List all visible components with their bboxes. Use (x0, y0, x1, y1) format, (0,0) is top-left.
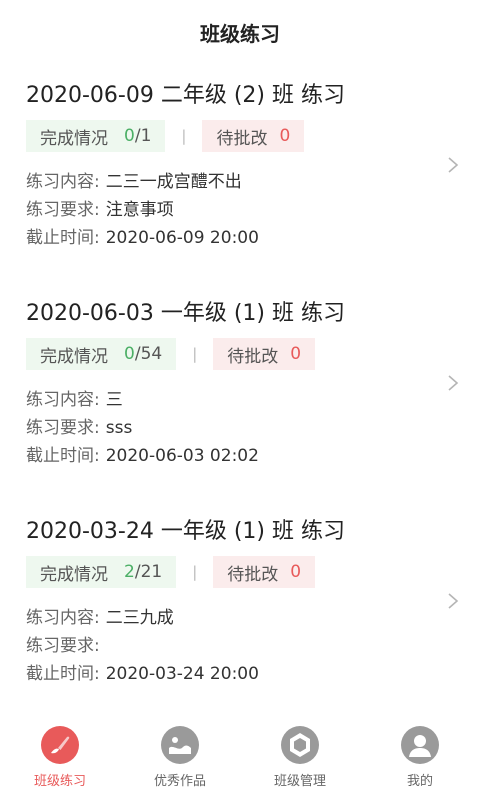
practice-requirement-row: 练习要求: sss (26, 414, 454, 442)
pending-count: 0 (279, 126, 291, 146)
practice-content-row: 练习内容: 二三一成宫醴不出 (26, 168, 454, 196)
brush-icon (41, 726, 79, 764)
chevron-right-icon[interactable] (446, 156, 460, 174)
stats-separator: | (192, 345, 198, 363)
practice-deadline-value: 2020-03-24 20:00 (105, 664, 259, 684)
chevron-right-icon[interactable] (446, 374, 460, 392)
bottom-tab-bar: 班级练习 优秀作品 班级管理 我的 (0, 714, 480, 800)
practice-requirement-row: 练习要求: 注意事项 (26, 196, 454, 224)
practice-content-label: 练习内容: (26, 608, 100, 628)
practice-stats: 完成情况 2/21 | 待批改 0 (26, 556, 454, 588)
pending-badge: 待批改 0 (213, 556, 316, 588)
completion-done-count: 0 (124, 126, 135, 146)
tab-label: 优秀作品 (153, 774, 206, 789)
stats-separator: | (192, 563, 198, 581)
practice-stats: 完成情况 0/1 | 待批改 0 (26, 120, 454, 152)
practice-requirement-label: 练习要求: (26, 636, 100, 656)
practice-list[interactable]: 2020-06-09 二年级 (2) 班 练习 完成情况 0/1 | 待批改 0… (0, 64, 480, 718)
pending-count: 0 (290, 562, 302, 582)
tab-label: 我的 (406, 774, 433, 789)
practice-deadline-row: 截止时间: 2020-03-24 20:00 (26, 660, 454, 688)
app-header: 班级练习 (0, 0, 480, 64)
practice-deadline-value: 2020-06-03 02:02 (105, 446, 259, 466)
completion-badge: 完成情况 0/54 (26, 338, 177, 370)
practice-content-value: 二三一成宫醴不出 (105, 172, 242, 192)
tab-excellent-works[interactable]: 优秀作品 (120, 714, 240, 800)
practice-stats: 完成情况 0/54 | 待批改 0 (26, 338, 454, 370)
completion-total-count: 1 (140, 126, 152, 146)
practice-deadline-row: 截止时间: 2020-06-09 20:00 (26, 224, 454, 252)
chevron-right-icon[interactable] (446, 592, 460, 610)
pending-badge: 待批改 0 (213, 338, 316, 370)
completion-label: 完成情况 (40, 346, 108, 367)
practice-content-row: 练习内容: 二三九成 (26, 604, 454, 632)
completion-label: 完成情况 (40, 128, 108, 149)
pending-label: 待批改 (227, 564, 279, 585)
practice-content-value: 二三九成 (105, 608, 174, 628)
practice-card-title: 2020-03-24 一年级 (1) 班 练习 (26, 519, 345, 544)
pending-label: 待批改 (216, 128, 268, 149)
practice-card-title: 2020-06-09 二年级 (2) 班 练习 (26, 83, 345, 108)
practice-deadline-row: 截止时间: 2020-06-03 02:02 (26, 442, 454, 470)
practice-content-label: 练习内容: (26, 172, 100, 192)
pending-count: 0 (290, 344, 302, 364)
practice-requirement-value: 注意事项 (105, 200, 174, 220)
tab-mine[interactable]: 我的 (360, 714, 480, 800)
tab-label: 班级管理 (273, 774, 326, 789)
practice-content-value: 三 (105, 390, 123, 410)
completion-done-count: 2 (124, 562, 135, 582)
class-management-icon (281, 726, 319, 764)
practice-card[interactable]: 2020-03-24 一年级 (1) 班 练习 完成情况 2/21 | 待批改 … (0, 500, 480, 718)
pending-label: 待批改 (227, 346, 279, 367)
practice-requirement-row: 练习要求: (26, 632, 454, 660)
pending-badge: 待批改 0 (202, 120, 305, 152)
user-profile-icon (401, 726, 439, 764)
completion-badge: 完成情况 0/1 (26, 120, 166, 152)
practice-deadline-value: 2020-06-09 20:00 (105, 228, 259, 248)
completion-label: 完成情况 (40, 564, 108, 585)
practice-card[interactable]: 2020-06-09 二年级 (2) 班 练习 完成情况 0/1 | 待批改 0… (0, 64, 480, 282)
tab-class-practice[interactable]: 班级练习 (0, 714, 120, 800)
practice-deadline-label: 截止时间: (26, 664, 100, 684)
completion-total-count: 21 (140, 562, 163, 582)
practice-deadline-label: 截止时间: (26, 228, 100, 248)
practice-content-row: 练习内容: 三 (26, 386, 454, 414)
artwork-icon (161, 726, 199, 764)
completion-total-count: 54 (140, 344, 163, 364)
practice-card[interactable]: 2020-06-03 一年级 (1) 班 练习 完成情况 0/54 | 待批改 … (0, 282, 480, 500)
practice-deadline-label: 截止时间: (26, 446, 100, 466)
practice-requirement-value: sss (105, 418, 133, 438)
stats-separator: | (181, 127, 187, 145)
tab-class-management[interactable]: 班级管理 (240, 714, 360, 800)
practice-requirement-label: 练习要求: (26, 200, 100, 220)
page-title: 班级练习 (200, 21, 280, 46)
completion-badge: 完成情况 2/21 (26, 556, 177, 588)
completion-done-count: 0 (124, 344, 135, 364)
tab-label: 班级练习 (33, 774, 86, 789)
practice-card-title: 2020-06-03 一年级 (1) 班 练习 (26, 301, 345, 326)
practice-content-label: 练习内容: (26, 390, 100, 410)
practice-requirement-label: 练习要求: (26, 418, 100, 438)
